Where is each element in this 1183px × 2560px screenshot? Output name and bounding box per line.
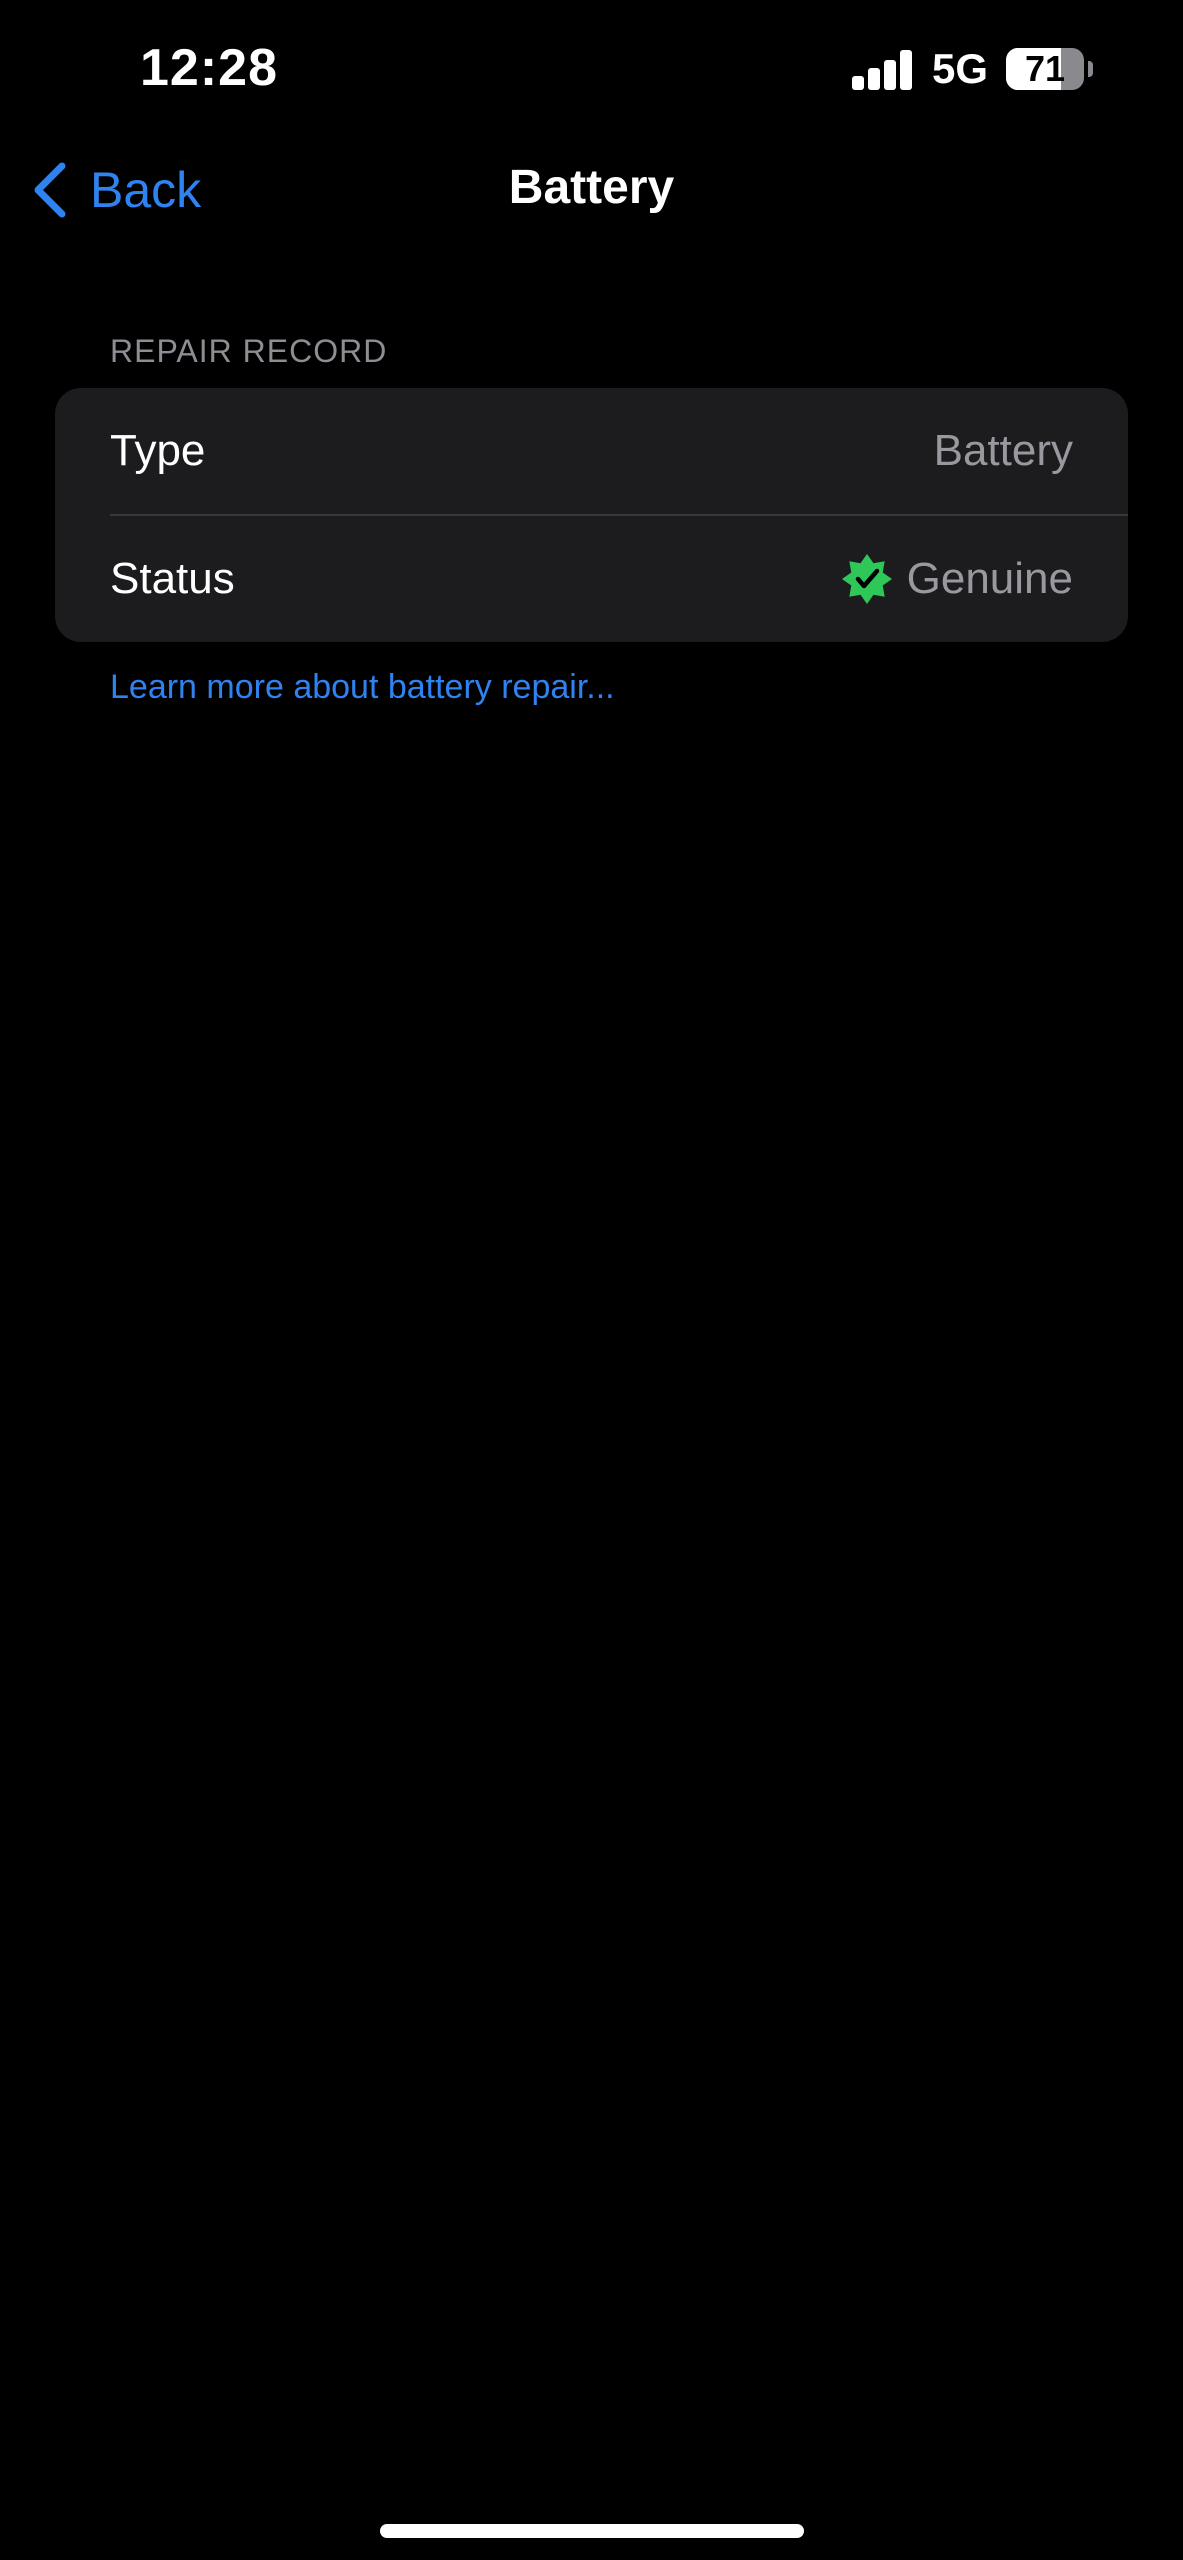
type-value-text: Battery [933,426,1073,475]
status-time: 12:28 [140,39,278,97]
status-label: Status [110,554,235,603]
battery-icon: 71 [1006,48,1084,90]
signal-icon [852,50,912,90]
type-label: Type [110,426,206,475]
page-title: Battery [508,161,675,214]
status-bar: 12:28 5G 71 [0,0,1183,140]
type-value: Battery [934,426,1073,476]
section-header: REPAIR RECORD [110,333,388,369]
network-type: 5G [932,45,989,92]
status-value: Genuine [841,553,1073,605]
type-row: Type Battery [55,388,1128,514]
verified-badge-icon [841,554,892,604]
home-indicator[interactable] [380,2524,804,2538]
learn-more-link[interactable]: Learn more about battery repair... [110,668,615,707]
battery-tip [1088,61,1093,77]
repair-record-group: Type Battery Status Genuine [55,388,1128,642]
status-value-text: Genuine [906,554,1073,603]
status-row: Status Genuine [55,516,1128,642]
battery-level: 71 [1024,48,1066,89]
